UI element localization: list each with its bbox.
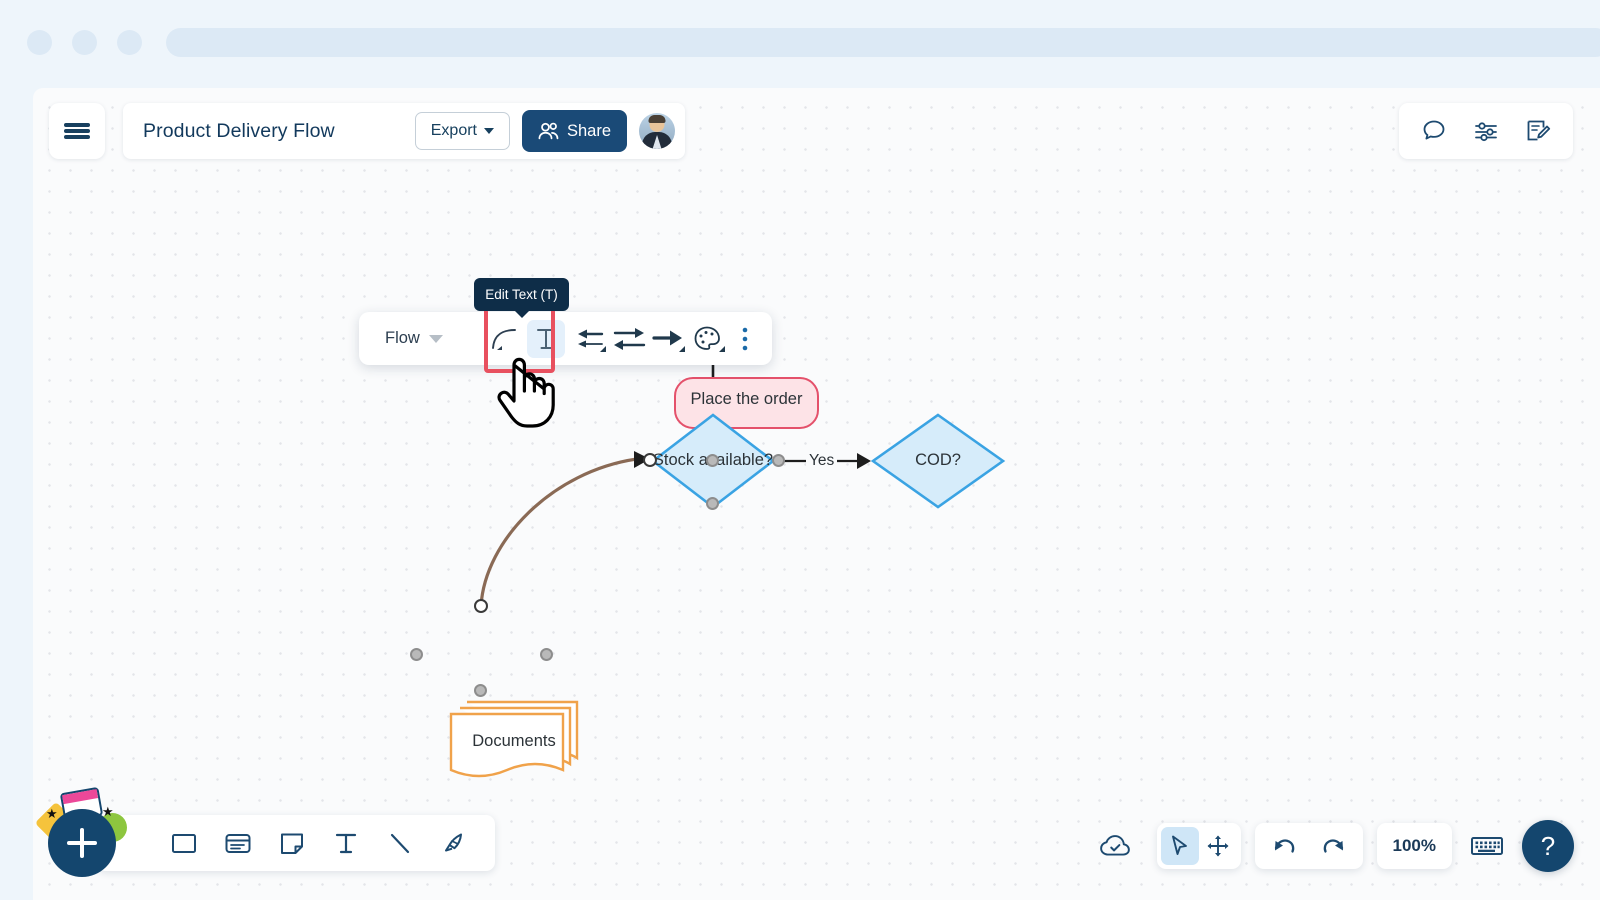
tooltip-arrow <box>513 310 530 318</box>
handle-docs-bottom[interactable] <box>474 684 487 697</box>
diamond-shape <box>870 413 1006 509</box>
palette-icon[interactable] <box>689 323 729 354</box>
arrow-right-icon[interactable] <box>649 323 689 354</box>
browser-chrome <box>0 0 1600 88</box>
arrow-align-left-icon[interactable] <box>573 323 609 354</box>
edge-stock-cod-arrowhead <box>857 453 871 469</box>
decoration-star: ★ <box>46 806 58 821</box>
hamburger-icon-line <box>64 129 90 133</box>
redo-icon <box>1323 839 1343 853</box>
zoom-level-button[interactable]: 100% <box>1376 823 1452 869</box>
export-label: Export <box>430 122 477 139</box>
handle-stock-bottom[interactable] <box>706 497 719 510</box>
keyboard-icon <box>1471 837 1503 855</box>
document-header: Product Delivery Flow Export Share <box>123 103 686 159</box>
handle-docs-left[interactable] <box>410 648 423 661</box>
pan-tool-button[interactable] <box>1199 827 1237 865</box>
chevron-down-icon <box>484 128 494 134</box>
rectangle-tool-icon[interactable] <box>169 828 199 858</box>
pen-tool-icon[interactable] <box>439 828 469 858</box>
address-bar[interactable] <box>166 28 1600 57</box>
history-controls <box>1254 823 1363 869</box>
help-label: ? <box>1540 830 1556 861</box>
node-label: Place the order <box>690 389 803 408</box>
curve-line-icon[interactable] <box>488 323 519 354</box>
handle-stock-top[interactable] <box>706 454 719 467</box>
decoration-card-stripe <box>62 789 99 805</box>
edge-label-yes: Yes <box>806 452 838 470</box>
bottom-right-controls: 100% ? <box>1087 820 1574 872</box>
handle-docs-right[interactable] <box>540 648 553 661</box>
app-root: Place the order Stock available? COD? Do… <box>0 0 1600 900</box>
handle-stock-right[interactable] <box>772 454 785 467</box>
tooltip-text: Edit Text (T) <box>485 287 558 302</box>
node-documents[interactable]: Documents <box>445 696 583 780</box>
cursor-arrow-icon <box>1171 835 1187 855</box>
handle-stock-left[interactable] <box>643 453 657 467</box>
menu-button[interactable] <box>49 103 105 159</box>
share-button[interactable]: Share <box>522 110 628 152</box>
diagram-canvas[interactable]: Place the order Stock available? COD? Do… <box>33 88 1600 900</box>
move-icon <box>1207 835 1229 857</box>
decoration-star: ★ <box>102 804 114 819</box>
diagram-edges-layer <box>479 341 871 608</box>
avatar[interactable] <box>639 113 676 149</box>
text-tool-icon[interactable] <box>331 828 361 858</box>
comment-icon[interactable] <box>1421 118 1447 144</box>
page-title: Product Delivery Flow <box>143 119 335 142</box>
bottom-left-toolbar <box>97 815 495 871</box>
flow-type-dropdown[interactable]: Flow <box>385 329 443 348</box>
top-right-toolbar <box>1399 103 1573 159</box>
plus-icon-vertical <box>80 828 84 858</box>
shape-context-toolbar: Flow <box>359 312 772 365</box>
hamburger-icon-line <box>64 135 90 139</box>
sliders-icon[interactable] <box>1473 118 1499 144</box>
cloud-check-icon <box>1099 835 1130 856</box>
keyboard-shortcuts-button[interactable] <box>1466 823 1508 869</box>
help-button[interactable]: ? <box>1522 820 1574 872</box>
people-icon <box>538 122 559 139</box>
zoom-level-label: 100% <box>1392 836 1436 855</box>
chevron-down-icon <box>428 334 443 343</box>
select-tool-button[interactable] <box>1160 827 1199 865</box>
hamburger-icon <box>64 123 90 127</box>
export-button[interactable]: Export <box>414 112 510 150</box>
flow-label: Flow <box>385 329 420 347</box>
node-cod[interactable]: COD? <box>870 413 1006 509</box>
node-label: Documents <box>472 732 556 750</box>
hand-pointer-cursor <box>497 357 555 428</box>
undo-icon <box>1274 839 1294 853</box>
avatar-hair <box>648 115 666 123</box>
arrow-both-icon[interactable] <box>609 323 649 354</box>
edge-docs-stock[interactable] <box>479 457 639 608</box>
window-dot-3 <box>117 30 142 55</box>
redo-button[interactable] <box>1317 830 1349 862</box>
edit-text-icon[interactable] <box>527 319 565 358</box>
note-edit-icon[interactable] <box>1525 118 1551 144</box>
mode-toggle-group <box>1156 823 1241 869</box>
share-label: Share <box>567 121 612 140</box>
window-dot-1 <box>27 30 52 55</box>
tooltip: Edit Text (T) <box>474 278 569 318</box>
card-tool-icon[interactable] <box>223 828 253 858</box>
window-dot-2 <box>72 30 97 55</box>
save-status[interactable] <box>1087 823 1143 869</box>
sticky-note-tool-icon[interactable] <box>277 828 307 858</box>
kebab-menu-icon[interactable] <box>729 323 760 354</box>
line-tool-icon[interactable] <box>385 828 415 858</box>
handle-docs-top[interactable] <box>474 599 488 613</box>
undo-button[interactable] <box>1269 830 1301 862</box>
